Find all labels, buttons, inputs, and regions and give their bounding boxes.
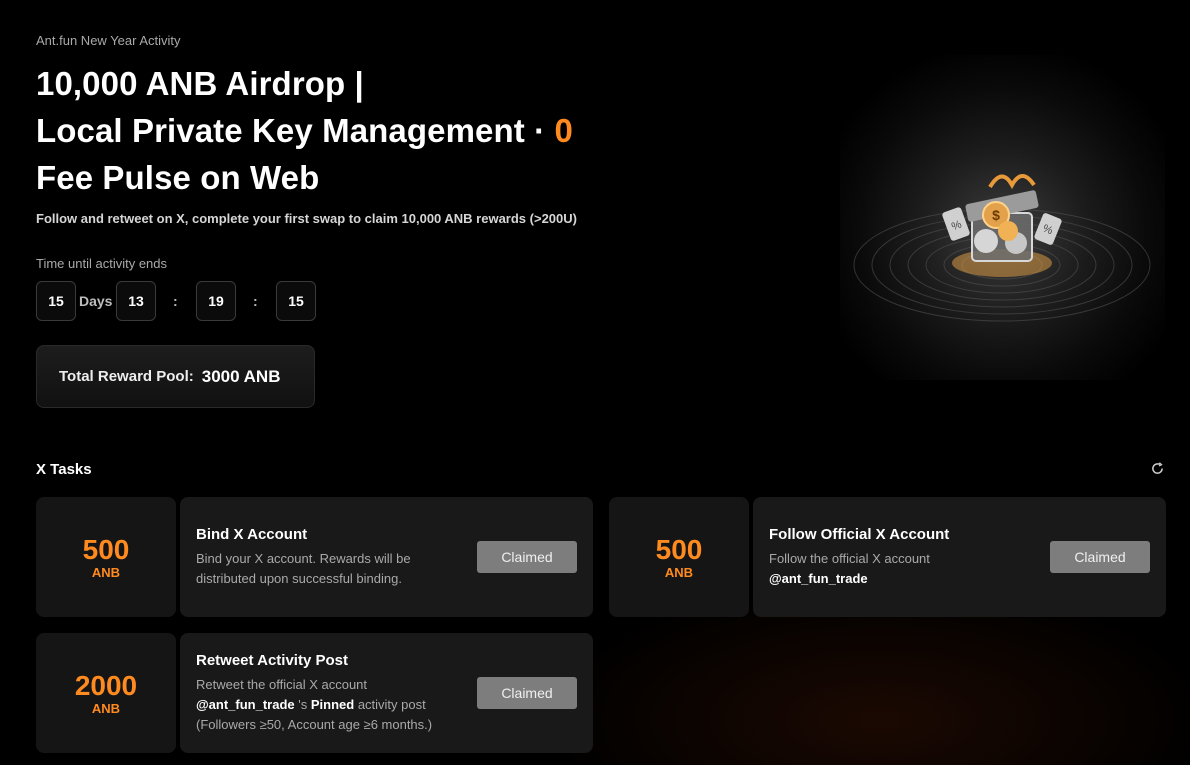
reward-amount: 500: [655, 533, 703, 565]
title-accent: 0: [554, 112, 573, 149]
title-line-1: 10,000 ANB Airdrop |: [36, 65, 364, 102]
activity-eyebrow: Ant.fun New Year Activity: [36, 33, 181, 48]
reward-amount: 500: [82, 533, 130, 565]
task-body: Retweet Activity Post Retweet the offici…: [180, 633, 593, 753]
task-requirement-note: (Followers ≥50, Account age ≥6 months.): [196, 717, 433, 732]
x-handle-link[interactable]: @ant_fun_trade: [196, 697, 295, 712]
claimed-button[interactable]: Claimed: [1050, 541, 1150, 573]
page-title: 10,000 ANB Airdrop | Local Private Key M…: [36, 60, 656, 201]
refresh-icon[interactable]: [1151, 462, 1164, 475]
countdown-label: Time until activity ends: [36, 256, 168, 271]
countdown-days-label: Days: [79, 293, 113, 309]
gift-box-coins-icon: $ % %: [840, 55, 1165, 380]
countdown-days: 15: [36, 281, 76, 321]
reward-box: 500 ANB: [36, 497, 176, 617]
x-handle-link[interactable]: @ant_fun_trade: [769, 571, 868, 586]
task-title: Retweet Activity Post: [196, 652, 348, 669]
countdown-minutes: 19: [196, 281, 236, 321]
reward-pool-card: Total Reward Pool: 3000 ANB: [36, 345, 315, 408]
task-description: Bind your X account. Rewards will be dis…: [196, 551, 411, 586]
reward-box: 500 ANB: [609, 497, 749, 617]
task-description-text: Follow the official X account: [769, 551, 930, 566]
title-line-3: Fee Pulse on Web: [36, 159, 320, 196]
reward-pool-value: 3000 ANB: [201, 366, 281, 386]
claimed-button[interactable]: Claimed: [477, 677, 577, 709]
title-line-2: Local Private Key Management ·: [36, 112, 555, 149]
pinned-label: Pinned: [310, 697, 355, 712]
task-description: Retweet the official X account @ant_fun_…: [196, 675, 456, 735]
x-tasks-title: X Tasks: [36, 461, 92, 478]
task-card-retweet: 2000 ANB Retweet Activity Post Retweet t…: [36, 633, 593, 753]
task-body: Bind X Account Bind your X account. Rewa…: [180, 497, 593, 617]
reward-unit: ANB: [91, 700, 121, 716]
reward-pool-label: Total Reward Pool:: [59, 368, 194, 385]
countdown-separator: :: [173, 293, 178, 309]
countdown-separator: :: [253, 293, 258, 309]
task-body: Follow Official X Account Follow the off…: [753, 497, 1166, 617]
task-description-text: 's: [294, 697, 311, 712]
task-card-follow-x: 500 ANB Follow Official X Account Follow…: [609, 497, 1166, 617]
reward-unit: ANB: [664, 564, 694, 580]
hero-illustration: $ % %: [853, 174, 1151, 322]
task-card-bind-x: 500 ANB Bind X Account Bind your X accou…: [36, 497, 593, 617]
svg-text:$: $: [992, 207, 1000, 223]
reward-amount: 2000: [74, 669, 138, 701]
activity-subtitle: Follow and retweet on X, complete your f…: [36, 211, 577, 226]
task-description-text: activity post: [354, 697, 426, 712]
reward-unit: ANB: [91, 564, 121, 580]
countdown-seconds: 15: [276, 281, 316, 321]
task-description: Follow the official X account @ant_fun_t…: [769, 549, 1029, 589]
claimed-button[interactable]: Claimed: [477, 541, 577, 573]
task-description-text: Retweet the official X account: [196, 677, 368, 692]
reward-box: 2000 ANB: [36, 633, 176, 753]
countdown-hours: 13: [116, 281, 156, 321]
